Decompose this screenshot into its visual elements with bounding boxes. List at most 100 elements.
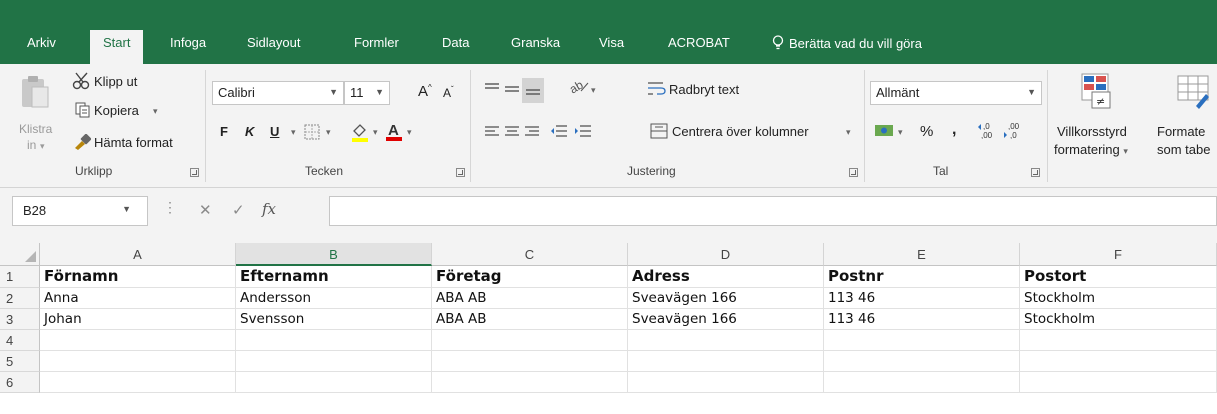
- grow-font-icon[interactable]: A^: [418, 83, 432, 100]
- cell-a4[interactable]: [40, 330, 236, 351]
- cell-b4[interactable]: [236, 330, 432, 351]
- cell-d2[interactable]: Sveavägen 166: [628, 288, 824, 309]
- cell-a2[interactable]: Anna: [40, 288, 236, 309]
- column-header-d[interactable]: D: [628, 243, 824, 266]
- copy-icon[interactable]: [75, 102, 91, 121]
- format-as-table-icon[interactable]: [1176, 72, 1210, 115]
- cell-c5[interactable]: [432, 351, 628, 372]
- tab-formler[interactable]: Formler: [354, 35, 399, 50]
- cell-b1[interactable]: Efternamn: [236, 266, 432, 288]
- row-header-2[interactable]: 2: [0, 288, 40, 309]
- cell-c1[interactable]: Företag: [432, 266, 628, 288]
- tab-arkiv[interactable]: Arkiv: [27, 35, 56, 50]
- increase-indent-icon[interactable]: [574, 124, 592, 141]
- cell-e3[interactable]: 113 46: [824, 309, 1020, 330]
- cell-c2[interactable]: ABA AB: [432, 288, 628, 309]
- font-color-icon[interactable]: A: [384, 121, 404, 145]
- column-header-f[interactable]: F: [1020, 243, 1217, 266]
- column-header-a[interactable]: A: [40, 243, 236, 266]
- cell-a6[interactable]: [40, 372, 236, 393]
- clipboard-launcher-icon[interactable]: [190, 168, 199, 177]
- cell-b3[interactable]: Svensson: [236, 309, 432, 330]
- insert-function-button[interactable]: fx: [262, 200, 276, 218]
- cell-d1[interactable]: Adress: [628, 266, 824, 288]
- column-header-b[interactable]: B: [236, 243, 432, 266]
- cell-f6[interactable]: [1020, 372, 1217, 393]
- tab-infoga[interactable]: Infoga: [170, 35, 206, 50]
- align-top-icon[interactable]: [484, 82, 500, 99]
- currency-icon[interactable]: [874, 122, 896, 141]
- wrap-text-button[interactable]: Radbryt text: [669, 82, 739, 97]
- tab-visa[interactable]: Visa: [599, 35, 624, 50]
- cell-e1[interactable]: Postnr: [824, 266, 1020, 288]
- format-painter-button[interactable]: Hämta format: [94, 135, 173, 150]
- merge-center-icon[interactable]: [650, 123, 668, 142]
- paste-button[interactable]: [20, 74, 50, 113]
- cell-d4[interactable]: [628, 330, 824, 351]
- cell-b6[interactable]: [236, 372, 432, 393]
- enter-icon[interactable]: ✓: [232, 201, 245, 219]
- conditional-formatting-button[interactable]: Villkorsstyrd: [1057, 124, 1127, 139]
- font-name-select[interactable]: Calibri ▼: [212, 81, 344, 105]
- cell-d3[interactable]: Sveavägen 166: [628, 309, 824, 330]
- borders-icon[interactable]: [304, 124, 320, 143]
- orientation-icon[interactable]: ab: [567, 77, 592, 97]
- merge-center-button[interactable]: Centrera över kolumner: [672, 124, 809, 139]
- font-color-caret-icon[interactable]: ▾: [407, 127, 412, 138]
- align-left-icon[interactable]: [484, 125, 500, 142]
- cut-button[interactable]: Klipp ut: [94, 74, 137, 89]
- cell-b2[interactable]: Andersson: [236, 288, 432, 309]
- tab-granska[interactable]: Granska: [511, 35, 560, 50]
- copy-button[interactable]: Kopiera: [94, 103, 139, 118]
- alignment-launcher-icon[interactable]: [849, 168, 858, 177]
- increase-decimal-icon[interactable]: ,0,00: [977, 121, 999, 142]
- row-header-6[interactable]: 6: [0, 372, 40, 393]
- row-header-3[interactable]: 3: [0, 309, 40, 330]
- align-middle-icon[interactable]: [504, 82, 520, 99]
- cell-a1[interactable]: Förnamn: [40, 266, 236, 288]
- underline-caret-icon[interactable]: ▾: [291, 127, 296, 138]
- cancel-icon[interactable]: ✕: [199, 201, 212, 219]
- cell-e4[interactable]: [824, 330, 1020, 351]
- number-format-select[interactable]: Allmänt ▼: [870, 81, 1042, 105]
- number-launcher-icon[interactable]: [1031, 168, 1040, 177]
- row-header-4[interactable]: 4: [0, 330, 40, 351]
- format-painter-icon[interactable]: [73, 133, 92, 153]
- cell-e6[interactable]: [824, 372, 1020, 393]
- shrink-font-icon[interactable]: Aˇ: [443, 85, 454, 100]
- cell-f4[interactable]: [1020, 330, 1217, 351]
- underline-button[interactable]: U: [270, 124, 279, 139]
- align-center-icon[interactable]: [504, 125, 520, 142]
- format-as-table-button[interactable]: Formate: [1157, 124, 1205, 139]
- wrap-text-icon[interactable]: [647, 81, 667, 100]
- conditional-formatting-icon[interactable]: ≠: [1080, 72, 1114, 115]
- cell-d6[interactable]: [628, 372, 824, 393]
- italic-button[interactable]: K: [245, 124, 254, 139]
- cell-b5[interactable]: [236, 351, 432, 372]
- align-bottom-icon[interactable]: [522, 78, 544, 103]
- orientation-caret-icon[interactable]: ▾: [591, 85, 596, 96]
- cell-d5[interactable]: [628, 351, 824, 372]
- percent-button[interactable]: %: [920, 123, 933, 140]
- row-header-1[interactable]: 1: [0, 266, 40, 288]
- cell-f5[interactable]: [1020, 351, 1217, 372]
- currency-caret-icon[interactable]: ▾: [898, 127, 903, 138]
- decrease-decimal-icon[interactable]: ,00,0: [1003, 121, 1025, 142]
- align-right-icon[interactable]: [524, 125, 540, 142]
- tab-start[interactable]: Start: [90, 30, 144, 64]
- merge-caret-icon[interactable]: ▾: [846, 127, 851, 138]
- formula-input[interactable]: [329, 196, 1217, 226]
- cell-e2[interactable]: 113 46: [824, 288, 1020, 309]
- comma-button[interactable]: ,: [952, 121, 956, 139]
- cell-a5[interactable]: [40, 351, 236, 372]
- font-size-select[interactable]: 11 ▼: [344, 81, 390, 105]
- decrease-indent-icon[interactable]: [550, 124, 568, 141]
- cell-f3[interactable]: Stockholm: [1020, 309, 1217, 330]
- column-header-c[interactable]: C: [432, 243, 628, 266]
- fill-color-icon[interactable]: [350, 122, 370, 145]
- font-launcher-icon[interactable]: [456, 168, 465, 177]
- scissors-icon[interactable]: [72, 72, 92, 93]
- tab-sidlayout[interactable]: Sidlayout: [247, 35, 300, 50]
- fill-caret-icon[interactable]: ▾: [373, 127, 378, 138]
- cell-c6[interactable]: [432, 372, 628, 393]
